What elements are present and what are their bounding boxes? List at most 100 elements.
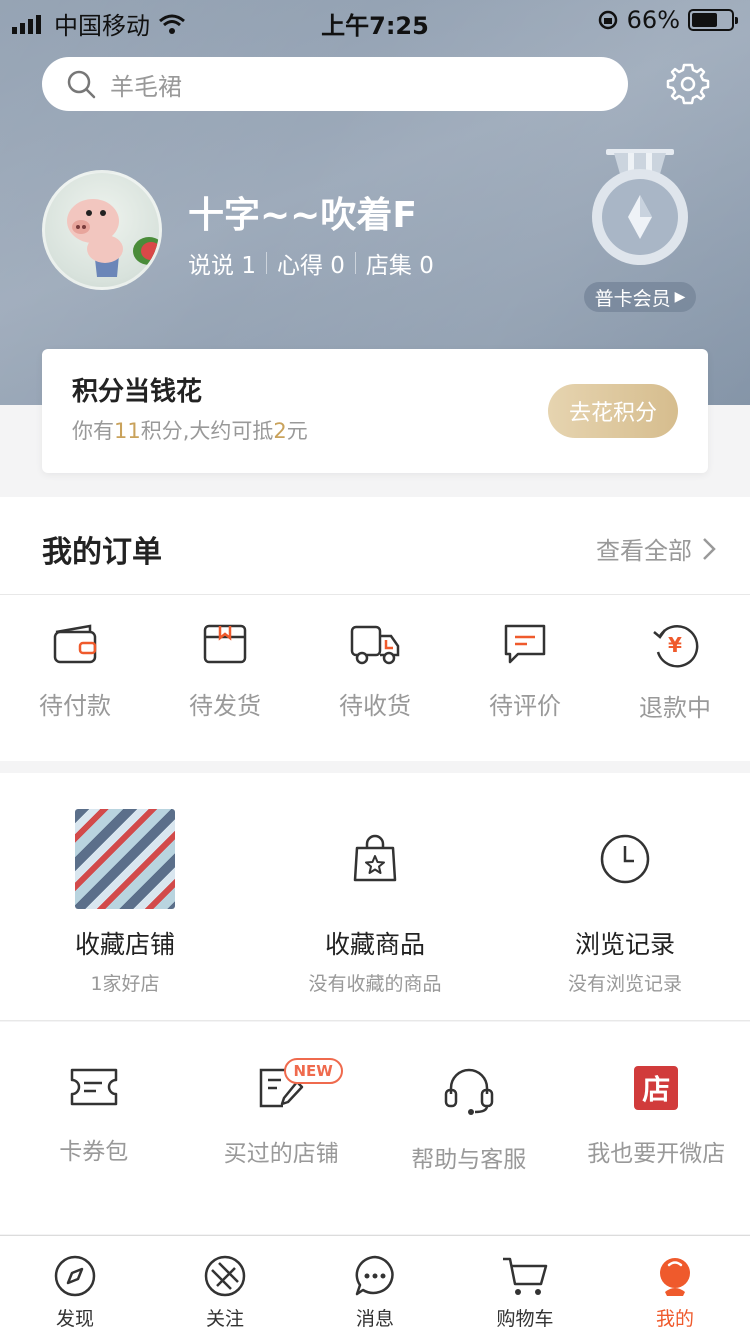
tab-cart[interactable]: 购物车 bbox=[450, 1236, 600, 1334]
favorite-products-icon-wrap bbox=[325, 809, 425, 909]
favorite-shops-title: 收藏店铺 bbox=[74, 930, 175, 959]
truck-icon bbox=[350, 625, 400, 665]
order-pending-receipt[interactable]: 待收货 bbox=[300, 596, 450, 761]
status-right: 66% bbox=[597, 6, 738, 34]
chevron-right-icon bbox=[703, 537, 716, 560]
browsing-history[interactable]: 浏览记录 没有浏览记录 bbox=[500, 773, 750, 1020]
browsing-history-title: 浏览记录 bbox=[574, 930, 675, 959]
stat-notes-count: 0 bbox=[330, 253, 345, 279]
box-icon bbox=[203, 624, 247, 664]
points-description: 你有11积分,大约可抵2元 bbox=[72, 415, 308, 445]
user-name[interactable]: 十字~~吹着F bbox=[188, 186, 417, 238]
view-all-orders-link[interactable]: 查看全部 bbox=[596, 531, 716, 566]
follow-icon bbox=[204, 1255, 246, 1297]
store-icon-text: 店 bbox=[642, 1073, 671, 1106]
wallet-icon bbox=[53, 624, 97, 664]
order-pending-payment[interactable]: 待付款 bbox=[0, 596, 150, 761]
order-pending-review-label: 待评价 bbox=[489, 692, 561, 720]
points-title: 积分当钱花 bbox=[72, 377, 203, 407]
tab-profile-label: 我的 bbox=[655, 1308, 694, 1330]
order-pending-shipment-label: 待发货 bbox=[189, 692, 261, 720]
profile-icon bbox=[660, 1258, 690, 1296]
tab-discover[interactable]: 发现 bbox=[0, 1236, 150, 1334]
tools-section: 卡券包 NEW 买过的店铺 帮助与客服 店 我也要开微店 bbox=[0, 1022, 750, 1234]
coupon-icon bbox=[70, 1068, 117, 1106]
favorite-shops[interactable]: 收藏店铺 1家好店 bbox=[0, 773, 250, 1020]
favorites-section: 收藏店铺 1家好店 收藏商品 没有收藏的商品 浏览记录 没有浏览记录 bbox=[0, 773, 750, 1021]
points-desc-prefix: 你有 bbox=[72, 419, 114, 443]
tab-messages[interactable]: 消息 bbox=[300, 1236, 450, 1334]
order-pending-payment-label: 待付款 bbox=[39, 692, 111, 720]
membership-label: 普卡会员 bbox=[594, 287, 671, 310]
money-value: 2 bbox=[273, 419, 287, 443]
points-desc-mid: 积分,大约可抵 bbox=[140, 419, 274, 443]
search-placeholder: 羊毛裙 bbox=[110, 72, 182, 101]
stat-posts[interactable]: 说说 1 bbox=[188, 246, 256, 280]
orders-title: 我的订单 bbox=[42, 535, 162, 570]
tab-discover-label: 发现 bbox=[55, 1308, 94, 1330]
purchased-shops[interactable]: NEW 买过的店铺 bbox=[188, 1022, 376, 1234]
membership-badge[interactable]: 普卡会员 ▶ bbox=[584, 282, 696, 312]
favorite-shops-subtitle: 1家好店 bbox=[90, 973, 160, 995]
battery-fill bbox=[692, 13, 718, 27]
tab-cart-label: 购物车 bbox=[496, 1308, 554, 1330]
status-bar: 中国移动 上午7:25 66% bbox=[0, 0, 750, 40]
order-pending-shipment[interactable]: 待发货 bbox=[150, 596, 300, 761]
stat-shops-count: 0 bbox=[419, 253, 434, 279]
help-support-label: 帮助与客服 bbox=[411, 1147, 527, 1173]
view-all-label: 查看全部 bbox=[596, 537, 692, 565]
bottom-tab-bar: 发现 关注 消息 购物车 我的 bbox=[0, 1235, 750, 1334]
settings-gear-icon[interactable] bbox=[664, 60, 712, 108]
favorite-products-subtitle: 没有收藏的商品 bbox=[308, 973, 442, 995]
points-value: 11 bbox=[114, 419, 141, 443]
search-icon bbox=[67, 70, 96, 99]
tab-follow[interactable]: 关注 bbox=[150, 1236, 300, 1334]
cart-icon bbox=[503, 1257, 548, 1295]
stat-posts-label: 说说 bbox=[188, 253, 234, 279]
coupon-wallet[interactable]: 卡券包 bbox=[0, 1022, 188, 1234]
order-status-row: 待付款 待发货 待收货 待评价 ¥ 退款中 bbox=[0, 596, 750, 761]
clock-icon bbox=[600, 834, 650, 884]
order-refunding[interactable]: ¥ 退款中 bbox=[600, 596, 750, 761]
favorite-products[interactable]: 收藏商品 没有收藏的商品 bbox=[250, 773, 500, 1020]
stat-shops[interactable]: 店集 0 bbox=[366, 246, 434, 280]
browsing-history-icon-wrap bbox=[575, 809, 675, 909]
comment-icon bbox=[504, 624, 546, 664]
stat-divider bbox=[354, 252, 356, 274]
orders-header: 我的订单 查看全部 bbox=[0, 497, 750, 595]
headset-icon bbox=[444, 1068, 493, 1115]
avatar[interactable] bbox=[42, 170, 162, 290]
open-store[interactable]: 店 我也要开微店 bbox=[563, 1022, 750, 1234]
stat-posts-count: 1 bbox=[241, 253, 256, 279]
tab-follow-label: 关注 bbox=[205, 1308, 244, 1330]
coupon-wallet-label: 卡券包 bbox=[59, 1139, 129, 1165]
battery-icon bbox=[688, 9, 738, 31]
favorite-products-title: 收藏商品 bbox=[324, 930, 425, 959]
help-support[interactable]: 帮助与客服 bbox=[375, 1022, 563, 1234]
rotation-lock-icon bbox=[598, 10, 617, 30]
order-pending-review[interactable]: 待评价 bbox=[450, 596, 600, 761]
order-refunding-label: 退款中 bbox=[639, 694, 711, 722]
orders-section: 我的订单 查看全部 待付款 待发货 待收货 待评价 ¥ 退款中 bbox=[0, 497, 750, 761]
tab-profile[interactable]: 我的 bbox=[600, 1236, 750, 1334]
message-icon bbox=[355, 1255, 394, 1296]
search-bar[interactable]: 羊毛裙 bbox=[42, 57, 628, 111]
stat-divider bbox=[265, 252, 267, 274]
stat-notes[interactable]: 心得 0 bbox=[277, 246, 345, 280]
browsing-history-subtitle: 没有浏览记录 bbox=[567, 973, 682, 995]
open-store-label: 我也要开微店 bbox=[587, 1141, 726, 1167]
purchased-shops-label: 买过的店铺 bbox=[223, 1141, 339, 1167]
store-icon: 店 bbox=[634, 1066, 679, 1110]
new-badge: NEW bbox=[283, 1058, 343, 1084]
shop-thumbnail-image bbox=[75, 809, 175, 909]
refund-icon: ¥ bbox=[653, 625, 699, 668]
shopping-bag-star-icon bbox=[353, 834, 397, 882]
stat-shops-label: 店集 bbox=[365, 253, 412, 279]
battery-percent: 66% bbox=[626, 6, 680, 34]
tab-messages-label: 消息 bbox=[355, 1308, 394, 1330]
compass-icon bbox=[54, 1255, 96, 1297]
spend-points-button[interactable]: 去花积分 bbox=[548, 384, 678, 438]
profile-stats: 说说 1 心得 0 店集 0 bbox=[188, 246, 434, 280]
favorite-shop-thumbnail bbox=[75, 809, 175, 909]
order-pending-receipt-label: 待收货 bbox=[339, 692, 411, 720]
